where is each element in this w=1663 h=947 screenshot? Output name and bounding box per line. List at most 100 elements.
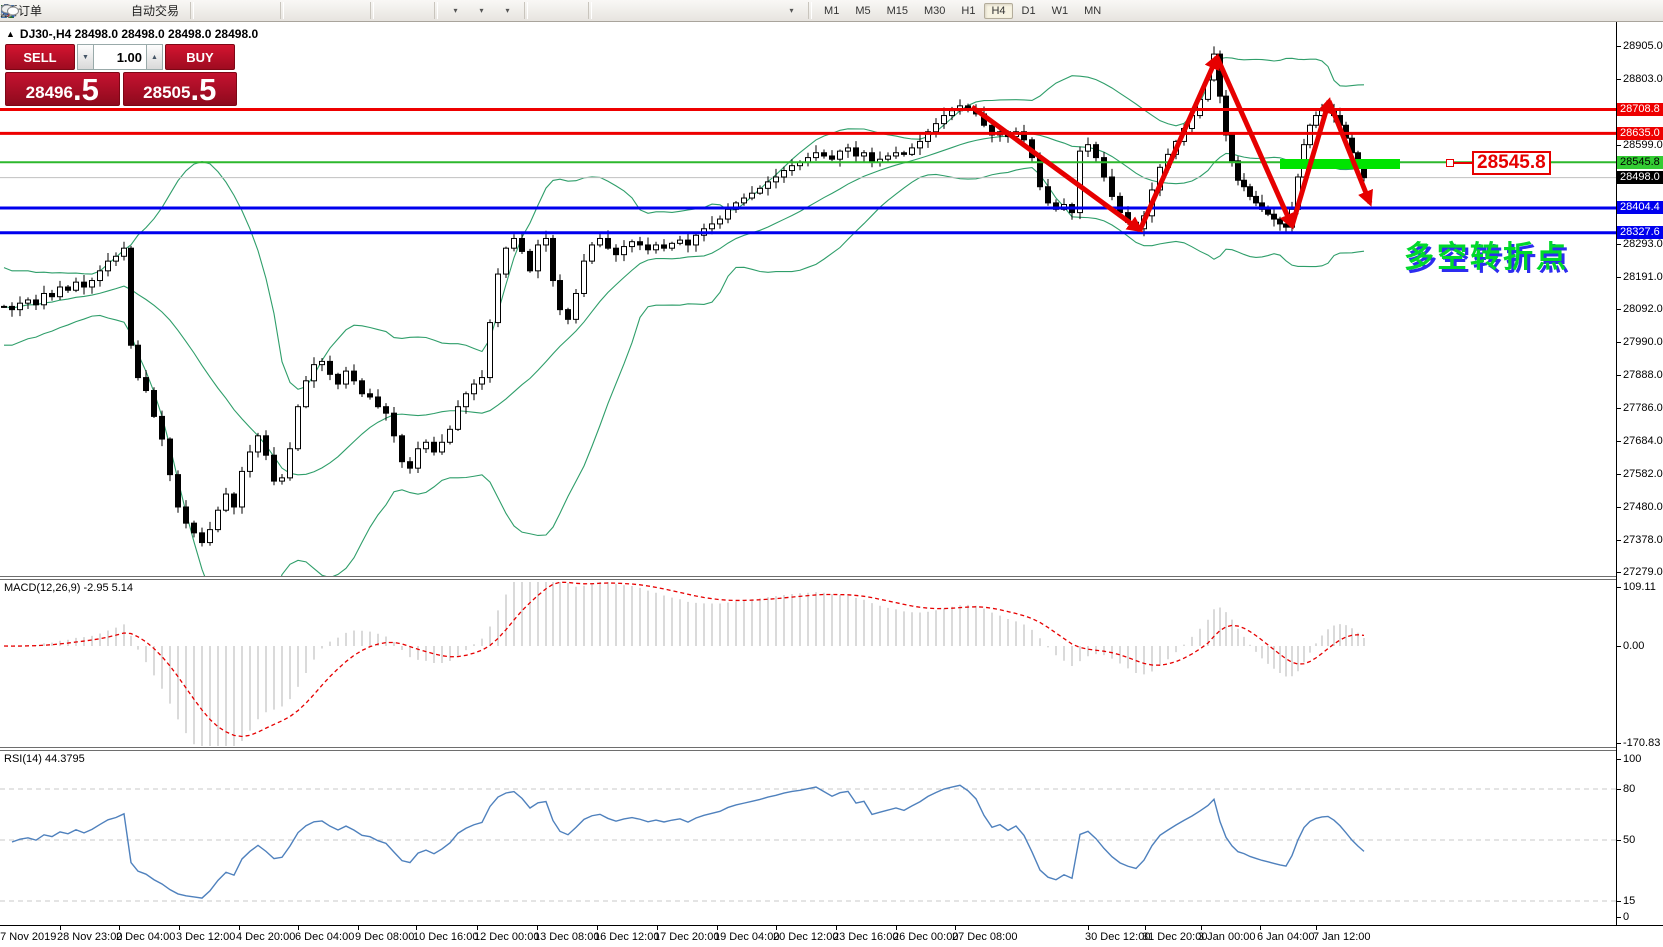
axis-tick-label: 15: [1623, 895, 1635, 907]
cursor-button[interactable]: [532, 1, 558, 21]
candlestick-chart-button[interactable]: [224, 1, 250, 21]
rsi-pane[interactable]: [0, 750, 1616, 925]
timeframe-m5[interactable]: M5: [848, 3, 877, 19]
auto-scroll-button[interactable]: [378, 1, 404, 21]
candle: [216, 510, 221, 529]
text-button[interactable]: A: [726, 1, 752, 21]
autotrade-button[interactable]: 自动交易: [127, 1, 186, 21]
candle: [106, 261, 111, 271]
indicators-button[interactable]: ▾: [442, 1, 468, 21]
candle: [774, 177, 779, 182]
candle: [934, 124, 939, 132]
candle: [838, 151, 843, 159]
autotrade-label: 自动交易: [131, 2, 179, 19]
time-label: 6 Jan 04:00: [1257, 931, 1315, 943]
sell-price[interactable]: 28496 .5: [5, 72, 120, 106]
market-watch-button[interactable]: [49, 1, 75, 21]
candle: [280, 478, 285, 481]
candle: [200, 533, 205, 543]
timeframe-d1[interactable]: D1: [1015, 3, 1043, 19]
timeframe-h4[interactable]: H4: [984, 3, 1012, 19]
candle: [1266, 209, 1271, 214]
time-tick: [179, 926, 180, 930]
time-axis[interactable]: 27 Nov 201928 Nov 23:002 Dec 04:003 Dec …: [0, 925, 1663, 947]
candle: [66, 287, 71, 290]
candle: [184, 507, 189, 523]
volume-up-button[interactable]: ▲: [146, 44, 163, 70]
candle: [90, 281, 95, 287]
axis-tick-label: 27279.0: [1623, 566, 1663, 578]
sell-button[interactable]: SELL: [5, 44, 75, 70]
bollinger-lower-band: [4, 168, 1364, 576]
price-axis[interactable]: 28905.028803.028599.028293.028191.028092…: [1616, 22, 1663, 925]
candle: [790, 166, 795, 171]
axis-tick-label: 28293.0: [1623, 238, 1663, 250]
navigator-button[interactable]: [75, 1, 101, 21]
axis-tick-label: 0.00: [1623, 640, 1644, 652]
line-chart-button[interactable]: [250, 1, 276, 21]
timeframe-h1[interactable]: H1: [954, 3, 982, 19]
timeframe-m15[interactable]: M15: [880, 3, 915, 19]
vertical-line-button[interactable]: [596, 1, 622, 21]
trendline-button[interactable]: [648, 1, 674, 21]
timeframe-m1[interactable]: M1: [817, 3, 846, 19]
chat-button[interactable]: [1589, 1, 1615, 21]
volume-down-button[interactable]: ▼: [77, 44, 94, 70]
time-tick: [896, 926, 897, 930]
candle: [918, 141, 923, 147]
text-label-button[interactable]: T: [752, 1, 778, 21]
toolbar-group-objects: F A T ▾: [596, 0, 804, 22]
fibonacci-button[interactable]: F: [700, 1, 726, 21]
time-tick: [239, 926, 240, 930]
candle: [670, 243, 675, 248]
candle: [1242, 180, 1247, 186]
tick-dash: [1617, 759, 1621, 760]
candle: [160, 416, 165, 439]
timeframe-w1[interactable]: W1: [1045, 3, 1076, 19]
candle: [574, 293, 579, 319]
time-tick: [1316, 926, 1317, 930]
timeframe-mn[interactable]: MN: [1077, 3, 1108, 19]
toolbar-group-trade: 新订单 自动交易: [2, 0, 186, 22]
chinese-annotation[interactable]: 多空转折点: [1404, 232, 1569, 276]
separator: [588, 2, 592, 19]
arrows-button[interactable]: ▾: [778, 1, 804, 21]
crosshair-button[interactable]: [558, 1, 584, 21]
zoom-in-button[interactable]: [288, 1, 314, 21]
buy-button[interactable]: BUY: [165, 44, 235, 70]
time-label: 19 Dec 04:00: [714, 931, 779, 943]
candle: [1278, 219, 1283, 224]
tick-dash: [1617, 79, 1621, 80]
candle: [646, 245, 651, 250]
bar-chart-button[interactable]: [198, 1, 224, 21]
buy-price[interactable]: 28505 .5: [123, 72, 238, 106]
timeframe-m30[interactable]: M30: [917, 3, 952, 19]
time-tick: [477, 926, 478, 930]
horizontal-line-button[interactable]: [622, 1, 648, 21]
tick-dash: [1617, 507, 1621, 508]
toolbar: 新订单 自动交易: [0, 0, 1663, 22]
price-callout[interactable]: 28545.8: [1472, 151, 1551, 175]
chart-shift-button[interactable]: [404, 1, 430, 21]
collapse-panel-icon[interactable]: ▲: [6, 29, 15, 39]
signals-button[interactable]: [101, 1, 127, 21]
candle: [1094, 145, 1099, 158]
equidistant-channel-button[interactable]: [674, 1, 700, 21]
tile-windows-button[interactable]: [340, 1, 366, 21]
highlight-rectangle[interactable]: [1280, 159, 1400, 169]
tick-dash: [1617, 789, 1621, 790]
periods-button[interactable]: ▾: [468, 1, 494, 21]
zoom-out-button[interactable]: [314, 1, 340, 21]
time-tick: [717, 926, 718, 930]
volume-field[interactable]: 1.00: [94, 44, 146, 70]
search-button[interactable]: [1541, 1, 1567, 21]
trend-arrow[interactable]: [1329, 101, 1370, 203]
templates-button[interactable]: ▾: [494, 1, 520, 21]
main-chart[interactable]: [0, 22, 1616, 576]
axis-tick-label: 27990.0: [1623, 336, 1663, 348]
trend-arrow[interactable]: [1140, 57, 1217, 230]
candle: [58, 287, 63, 297]
rsi-label: RSI(14) 44.3795: [4, 753, 85, 765]
macd-pane[interactable]: [0, 579, 1616, 747]
trading-terminal-window: 新订单 自动交易: [0, 0, 1663, 947]
